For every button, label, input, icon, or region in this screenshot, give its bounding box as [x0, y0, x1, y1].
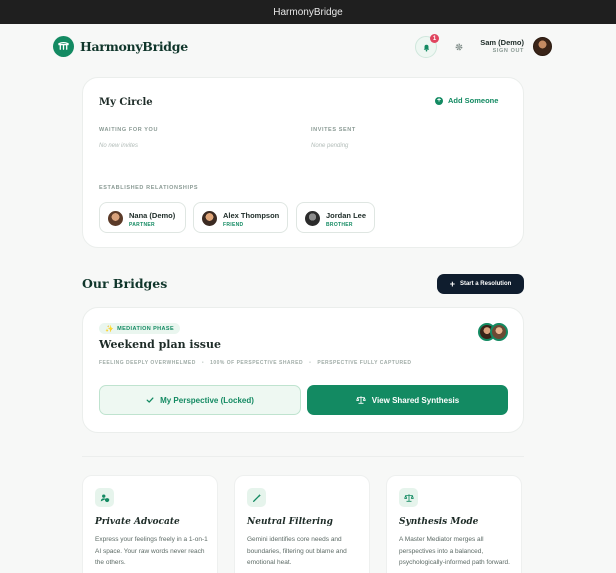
sign-out-link[interactable]: SIGN OUT [470, 48, 524, 54]
bridge-title: Weekend plan issue [99, 338, 221, 351]
waiting-for-you-label: WAITING FOR YOU [99, 127, 159, 133]
my-perspective-label: My Perspective (Locked) [160, 395, 254, 405]
waiting-empty-note: No new invites [99, 143, 139, 149]
feature-card-private-advocate: Private Advocate Express your feelings f… [82, 475, 218, 573]
meta-separator: • [201, 360, 205, 366]
section-divider [82, 456, 524, 457]
user-avatar[interactable] [533, 37, 552, 56]
relationship-chip[interactable]: Nana (Demo) PARTNER [99, 202, 186, 233]
avatar [305, 211, 320, 226]
view-synthesis-button[interactable]: View Shared Synthesis [307, 385, 508, 415]
invites-sent-empty-note: None pending [311, 143, 349, 149]
window-title: HarmonyBridge [273, 6, 343, 18]
relationship-role: FRIEND [223, 222, 244, 228]
feature-description: Gemini identifies core needs and boundar… [247, 536, 347, 566]
user-name: Sam (Demo) [480, 38, 524, 47]
my-circle-card: My Circle + Add Someone WAITING FOR YOU … [82, 77, 524, 248]
feature-description: A Master Mediator merges all perspective… [399, 536, 510, 566]
gear-icon [455, 43, 463, 51]
feature-card-synthesis-mode: Synthesis Mode A Master Mediator merges … [386, 475, 522, 573]
magic-wand-icon [247, 488, 266, 507]
established-relationships-label: ESTABLISHED RELATIONSHIPS [99, 185, 199, 191]
scales-icon [356, 396, 366, 404]
scales-icon [399, 488, 418, 507]
relationship-role: BROTHER [326, 222, 353, 228]
add-someone-button[interactable]: + Add Someone [435, 96, 498, 105]
feature-title: Private Advocate [95, 517, 180, 527]
bridge-card[interactable]: ✨ MEDIATION PHASE Weekend plan issue FEE… [82, 307, 524, 433]
plus-icon: + [449, 278, 455, 289]
bridge-meta: FEELING DEEPLY OVERWHELMED • 100% OF PER… [99, 360, 412, 366]
start-resolution-label: Start a Resolution [459, 281, 512, 287]
phase-badge: ✨ MEDIATION PHASE [99, 323, 181, 334]
logo-icon[interactable] [53, 36, 74, 57]
sparkle-icon: ✨ [105, 325, 115, 333]
avatar [202, 211, 217, 226]
invites-sent-label: INVITES SENT [311, 127, 356, 133]
meta-captured: PERSPECTIVE FULLY CAPTURED [317, 360, 412, 366]
checkmark-icon [146, 397, 154, 403]
view-synthesis-label: View Shared Synthesis [371, 395, 460, 405]
relationship-chip[interactable]: Alex Thompson FRIEND [193, 202, 288, 233]
app-root: HarmonyBridge 1 Sam (Demo) SIGN OUT My C… [0, 24, 616, 573]
our-bridges-title: Our Bridges [82, 276, 168, 291]
notification-count-badge: 1 [430, 34, 439, 43]
settings-button[interactable] [452, 40, 466, 54]
feature-description: Express your feelings freely in a 1-on-1… [95, 536, 208, 566]
notification-button[interactable]: 1 [415, 34, 439, 58]
avatar [490, 323, 508, 341]
feature-title: Synthesis Mode [399, 517, 479, 527]
relationship-name: Alex Thompson [223, 211, 280, 220]
bell-icon [423, 44, 429, 52]
feature-card-neutral-filtering: Neutral Filtering Gemini identifies core… [234, 475, 370, 573]
logo-text[interactable]: HarmonyBridge [80, 39, 188, 54]
plus-icon: + [435, 96, 443, 105]
phase-label: MEDIATION PHASE [117, 325, 175, 332]
relationship-name: Jordan Lee [326, 211, 367, 220]
meta-separator: • [309, 360, 312, 366]
start-resolution-button[interactable]: + Start a Resolution [437, 274, 524, 294]
feature-title: Neutral Filtering [247, 517, 333, 527]
add-someone-label: Add Someone [448, 96, 499, 105]
my-perspective-button[interactable]: My Perspective (Locked) [99, 385, 301, 415]
relationship-role: PARTNER [129, 222, 155, 228]
my-circle-title: My Circle [99, 97, 153, 108]
meta-mood: FEELING DEEPLY OVERWHELMED [99, 360, 196, 366]
relationship-name: Nana (Demo) [129, 211, 176, 220]
avatar [108, 211, 123, 226]
window-titlebar: HarmonyBridge [0, 0, 616, 24]
person-shield-icon [95, 488, 114, 507]
top-header: HarmonyBridge 1 Sam (Demo) SIGN OUT [0, 24, 616, 70]
meta-shared: 100% OF PERSPECTIVE SHARED [210, 360, 304, 366]
relationship-chip[interactable]: Jordan Lee BROTHER [296, 202, 375, 233]
participant-avatars [478, 323, 510, 341]
